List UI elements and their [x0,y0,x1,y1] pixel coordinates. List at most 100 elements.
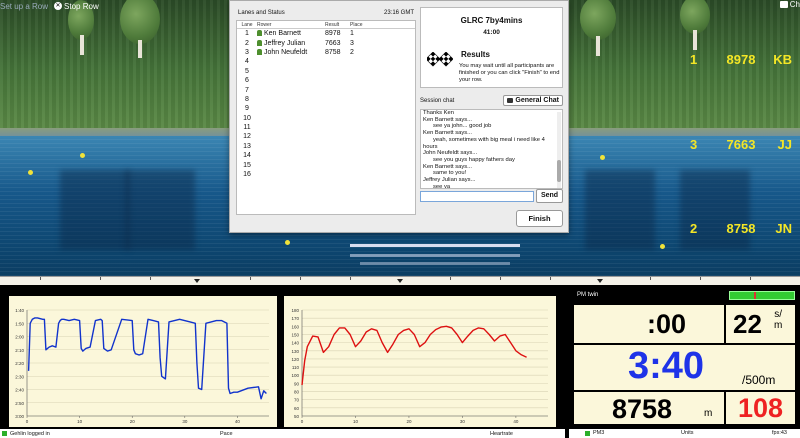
table-row[interactable]: 9 [237,104,415,113]
race-time: 41:00 [483,29,500,36]
table-row[interactable]: 8 [237,95,415,104]
table-row[interactable]: 6 [237,76,415,85]
y-tick-label: 130 [291,349,299,354]
column-header[interactable]: Rower [257,22,325,28]
units-button[interactable]: Units [681,430,694,436]
results-title: Results [461,50,490,59]
chat-message-line: Ken Barnett says... [423,116,472,123]
pm-meters: 8758 m [573,391,725,425]
table-row[interactable]: 3 John Neufeldt 8758 2 [237,48,415,57]
lane-cell: 14 [243,152,251,160]
table-row[interactable]: 7 [237,85,415,94]
rower-cell: Ken Barnett [257,30,325,37]
y-tick-label: 150 [291,332,299,337]
table-row[interactable]: 5 [237,67,415,76]
meters-unit: m [704,408,713,419]
y-tick-label: 2:00 [15,335,24,340]
table-row[interactable]: 2 Jeffrey Julian 7663 3 [237,38,415,47]
pm-connected-icon [585,431,590,436]
result-cell: 8758 [325,48,341,56]
y-tick-label: 70 [294,398,300,403]
scrollbar-thumb[interactable] [557,160,561,182]
pm-pace: 3:40 /500m [573,344,796,391]
lane-buoy [660,244,665,249]
lane-cell: 2 [245,39,249,47]
x-tick-label: 10 [353,419,359,424]
pace-value: 3:40 [628,345,705,387]
top-toolbar: Set up a Row ✕ Stop Row [0,0,120,12]
chat-message-line: see ya john... good job [433,123,492,130]
series-line [27,317,267,400]
session-chat-header: Session chat General Chat [420,94,563,107]
lane-result: 7663 [726,137,756,152]
lane-number: 2 [690,221,698,236]
table-row[interactable]: 16 [237,170,415,179]
y-tick-label: 2:20 [15,361,24,366]
rower-name: Jeffrey Julian [264,39,306,47]
column-header[interactable]: Lane [237,22,257,28]
lane-cell: 6 [245,77,249,85]
x-tick-label: 20 [406,419,412,424]
heartrate-chart: 50 60 70 80 90 100 110 120 130 140 150 160 170 180 0 10… [284,296,556,427]
finish-button[interactable]: Finish [516,210,563,227]
race-clock: 23:16 GMT [383,10,414,16]
table-row[interactable]: 15 [237,160,415,169]
table-row[interactable]: 10 [237,114,415,123]
fps-readout: fps:43 [772,430,787,436]
table-row[interactable]: 14 [237,151,415,160]
pace-chart: 1:40 1:50 2:00 2:10 2:20 2:30 2:40 2:50 3:000 10 2… [9,296,277,427]
lane-cell: 15 [243,161,251,169]
table-row[interactable]: 13 [237,142,415,151]
column-header[interactable]: Place [350,22,370,28]
result-cell: 8978 [325,30,341,38]
rower-pin-icon [257,30,262,37]
timeline-marker [597,279,603,283]
battery-marker [754,292,756,299]
charts-panel: 1:40 1:50 2:00 2:10 2:20 2:30 2:40 2:50 3:00 0 10 2… [0,287,565,438]
chat-message-line: Ken Barnett says... [423,163,472,170]
column-header[interactable]: Result [325,22,350,28]
session-chat-log[interactable]: Thanks Ken Ken Barnett says... see ya john… [420,109,563,189]
heartrate-chart-label[interactable]: Heartrate [490,431,513,437]
course-timeline [0,276,800,285]
results-text: You may wait until all participants are … [459,63,560,83]
y-tick-label: 60 [294,406,300,411]
table-row[interactable]: 11 [237,123,415,132]
race-info-box: GLRC 7by4mins 41:00 Results You may wait… [420,7,563,88]
table-header: Lane Rower Result Place [237,21,415,29]
setup-row-button[interactable]: Set up a Row [0,2,48,11]
rower-cell: John Neufeldt [257,48,325,56]
stop-row-button[interactable]: ✕ Stop Row [54,2,99,11]
chat-message-line: hours [423,143,438,150]
y-tick-label: 80 [294,390,300,395]
lane-cell: 13 [243,142,251,150]
charts-status-bar: Gehlin logged in Pace Heartrate [0,429,565,438]
pm-display: :00 22 s/m 3:40 /500m 8758 m 108 [573,304,796,425]
chat-scrollbar[interactable] [557,112,561,188]
y-tick-label: 50 [294,414,300,419]
lane-cell: 5 [245,67,249,75]
y-tick-label: 90 [294,381,300,386]
table-row[interactable]: 12 [237,132,415,141]
stroke-rate-value: 22 [733,309,762,339]
table-row[interactable]: 4 [237,57,415,66]
lane-cell: 10 [243,114,251,122]
stroke-rate-unit: s/m [774,309,782,331]
pace-unit: /500m [742,373,776,387]
y-tick-label: 3:00 [15,414,24,419]
table-row[interactable]: 1 Ken Barnett 8978 1 [237,29,415,38]
chat-bubble-icon [507,98,514,103]
x-tick-label: 20 [130,419,136,424]
send-button[interactable]: Send [536,189,563,203]
checkered-flags-icon [427,52,453,67]
pace-chart-label[interactable]: Pace [220,431,233,437]
chat-toggle-button[interactable]: Ch [779,0,800,9]
stroke-rate-unit-top: s/ [774,309,783,320]
lane-initials: KB [773,52,792,67]
place-cell: 2 [350,48,354,56]
lanes-title: Lanes and Status [238,10,285,16]
lane-overlay-row: 1 8978 KB [690,52,792,67]
chat-message-line: Thanks Ken [423,110,454,116]
chat-message-input[interactable] [420,191,534,202]
general-chat-button[interactable]: General Chat [503,95,563,106]
